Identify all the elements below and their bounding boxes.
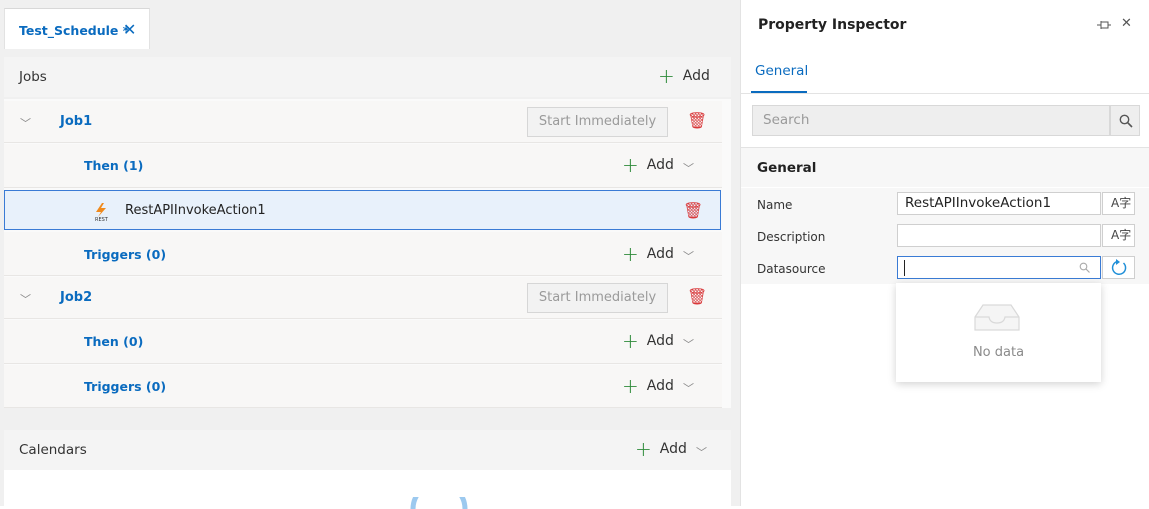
job-row-job2[interactable]: ﹀ Job2 Start Immediately 🗑 (4, 277, 722, 319)
property-inspector: Property Inspector ✕ General Search Gene… (740, 0, 1149, 506)
delete-icon[interactable]: 🗑 (683, 201, 703, 220)
description-field[interactable] (897, 224, 1101, 247)
inspector-title: Property Inspector (758, 17, 907, 33)
delete-icon[interactable]: 🗑 (687, 287, 707, 306)
chevron-down-icon[interactable]: ﹀ (683, 336, 694, 352)
text-cursor (904, 260, 905, 276)
chevron-down-icon[interactable]: ﹀ (696, 444, 707, 460)
general-section-header: General (741, 147, 1149, 187)
then-row-job2: Then (0) + Add ﹀ (4, 320, 722, 364)
document-tab-title: Test_Schedule * (19, 23, 130, 38)
add-job-button[interactable]: + Add (658, 64, 710, 88)
close-icon[interactable]: ✕ (1121, 16, 1132, 31)
document-tab[interactable]: Test_Schedule * ✕ (4, 8, 150, 49)
calendars-header: Calendars + Add ﹀ (4, 430, 731, 470)
add-trigger-button[interactable]: + Add (622, 374, 674, 398)
add-then-label: Add (646, 333, 674, 349)
translate-button[interactable]: A字 (1102, 192, 1135, 215)
plus-icon: + (622, 374, 639, 398)
chevron-down-icon[interactable]: ﹀ (683, 248, 694, 264)
add-calendar-label: Add (659, 441, 687, 457)
plus-icon: + (622, 242, 639, 266)
calendars-title: Calendars (19, 442, 87, 458)
action-row-restapi[interactable]: REST RestAPIInvokeAction1 🗑 (4, 190, 721, 230)
translate-button[interactable]: A字 (1102, 224, 1135, 247)
general-properties: Name RestAPIInvokeAction1 A字 Description… (741, 188, 1149, 284)
start-immediately-button[interactable]: Start Immediately (527, 283, 668, 313)
job-name: Job1 (60, 114, 93, 129)
search-button[interactable] (1110, 105, 1140, 136)
datasource-dropdown: No data (896, 283, 1101, 382)
triggers-row-job2: Triggers (0) + Add ﹀ (4, 365, 722, 408)
plus-icon: + (622, 329, 639, 353)
name-field[interactable]: RestAPIInvokeAction1 (897, 192, 1101, 215)
refresh-button[interactable] (1102, 256, 1135, 279)
start-immediately-button[interactable]: Start Immediately (527, 107, 668, 137)
empty-inbox-icon (974, 304, 1020, 331)
no-data-text: No data (972, 345, 1025, 360)
search-icon (1119, 114, 1133, 128)
add-trigger-button[interactable]: + Add (622, 242, 674, 266)
then-label: Then (0) (84, 334, 144, 349)
add-trigger-label: Add (646, 246, 674, 262)
plus-icon: + (658, 64, 675, 88)
refresh-icon (1111, 259, 1127, 275)
document-tab-bar: Test_Schedule * ✕ (0, 0, 740, 49)
tab-general[interactable]: General (755, 63, 808, 79)
chevron-down-icon[interactable]: ﹀ (683, 380, 694, 396)
loading-spinner-icon (410, 497, 468, 509)
action-name: RestAPIInvokeAction1 (125, 203, 266, 218)
name-label: Name (757, 198, 793, 212)
triggers-label: Triggers (0) (84, 379, 167, 394)
job-row-job1[interactable]: ﹀ Job1 Start Immediately 🗑 (4, 101, 722, 143)
triggers-label: Triggers (0) (84, 247, 167, 262)
pin-icon[interactable] (1096, 18, 1112, 32)
datasource-label: Datasource (757, 262, 826, 276)
translate-icon: A字 (1111, 228, 1132, 242)
close-tab-icon[interactable]: ✕ (123, 20, 136, 39)
then-row-job1: Then (1) + Add ﹀ (4, 144, 722, 188)
job-name: Job2 (60, 290, 93, 305)
calendars-list (4, 470, 731, 509)
jobs-title: Jobs (19, 69, 47, 85)
schedule-editor: Test_Schedule * ✕ Jobs + Add ﹀ Job1 Star… (0, 0, 740, 509)
add-then-button[interactable]: + Add (622, 329, 674, 353)
search-icon (1079, 262, 1090, 273)
add-then-button[interactable]: + Add (622, 153, 674, 177)
delete-icon[interactable]: 🗑 (687, 111, 707, 130)
rest-api-icon: REST (95, 203, 109, 222)
search-input[interactable]: Search (752, 105, 1110, 136)
svg-text:REST: REST (95, 217, 109, 222)
translate-icon: A字 (1111, 196, 1132, 210)
triggers-row-job1: Triggers (0) + Add ﹀ (4, 232, 722, 276)
jobs-header: Jobs + Add (4, 57, 731, 97)
tab-divider (741, 93, 1149, 94)
chevron-down-icon[interactable]: ﹀ (683, 160, 694, 176)
then-label: Then (1) (84, 158, 144, 173)
chevron-down-icon[interactable]: ﹀ (20, 115, 31, 131)
add-then-label: Add (646, 157, 674, 173)
add-trigger-label: Add (646, 378, 674, 394)
plus-icon: + (635, 437, 652, 461)
general-section-title: General (757, 160, 817, 176)
plus-icon: + (622, 153, 639, 177)
add-job-label: Add (682, 68, 710, 84)
description-label: Description (757, 230, 826, 244)
add-calendar-button[interactable]: + Add (635, 437, 687, 461)
datasource-field[interactable] (897, 256, 1101, 279)
chevron-down-icon[interactable]: ﹀ (20, 291, 31, 307)
